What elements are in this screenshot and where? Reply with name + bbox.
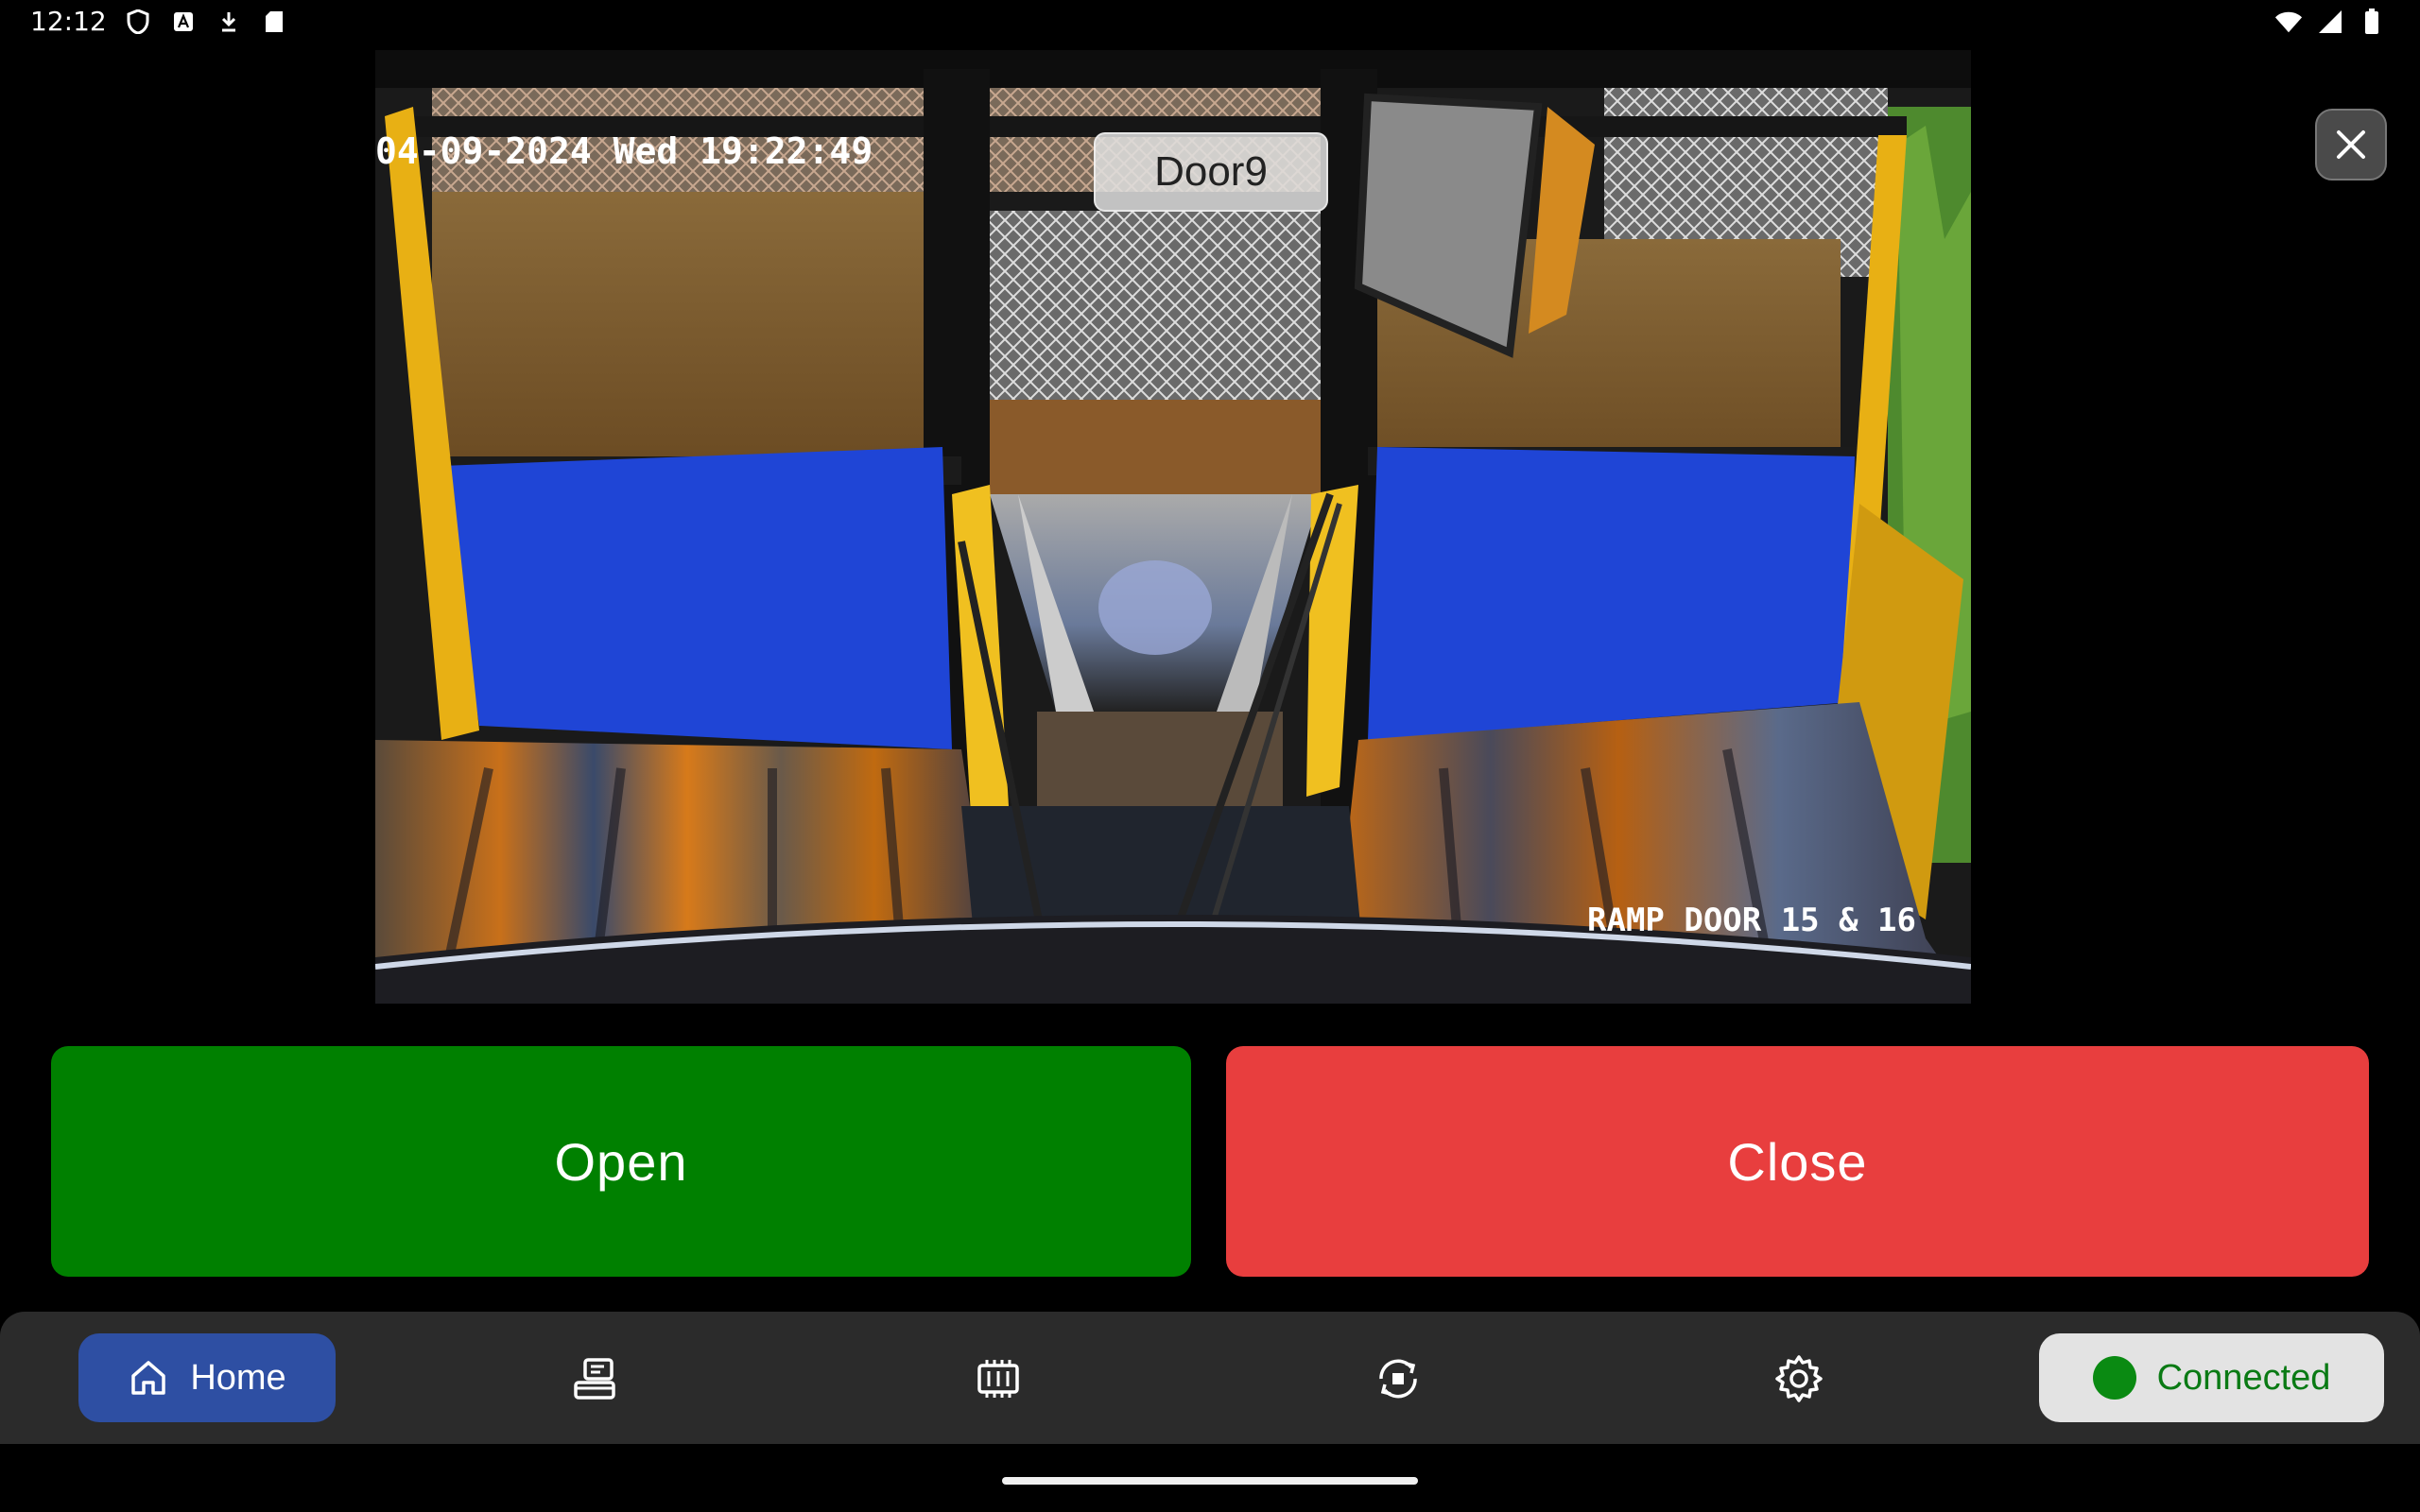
settings-icon	[1775, 1355, 1823, 1402]
close-button[interactable]: Close	[1226, 1046, 2369, 1277]
sd-card-icon	[260, 8, 288, 36]
bottom-nav: Home Connected	[0, 1312, 2420, 1444]
nav-settings-button[interactable]	[1766, 1346, 1832, 1412]
memory-icon	[977, 1360, 1019, 1398]
nav-home-button[interactable]: Home	[78, 1333, 336, 1422]
shield-icon	[124, 8, 152, 36]
status-time: 12:12	[30, 6, 107, 37]
download-icon	[215, 8, 243, 36]
timestamp-overlay: 04-09-2024 Wed 19:22:49	[375, 130, 873, 172]
connection-status-badge: Connected	[2039, 1333, 2384, 1422]
connection-status-label: Connected	[2156, 1357, 2331, 1398]
status-dot-icon	[2092, 1356, 2136, 1400]
location-overlay: RAMP DOOR 15 & 16	[1587, 902, 1916, 939]
nav-memory-button[interactable]	[965, 1346, 1031, 1412]
door-label: Door9	[1094, 132, 1328, 212]
keyboard-a-icon	[169, 8, 198, 36]
close-camera-button[interactable]	[2315, 109, 2387, 180]
device-list-icon	[574, 1358, 615, 1400]
close-icon	[2337, 130, 2365, 159]
battery-icon	[2358, 8, 2386, 36]
nav-sync-button[interactable]	[1365, 1346, 1431, 1412]
status-left: 12:12	[30, 6, 288, 37]
sync-icon	[1379, 1359, 1417, 1399]
open-button[interactable]: Open	[51, 1046, 1191, 1277]
status-bar: 12:12	[0, 0, 2420, 45]
signal-icon	[2316, 8, 2344, 36]
home-icon	[131, 1361, 166, 1395]
nav-home-label: Home	[190, 1357, 286, 1398]
nav-device-list-button[interactable]	[563, 1346, 630, 1412]
status-right	[2274, 8, 2386, 36]
wifi-icon	[2274, 8, 2303, 36]
close-camera-area	[2315, 109, 2420, 184]
home-indicator[interactable]	[1002, 1477, 1418, 1485]
